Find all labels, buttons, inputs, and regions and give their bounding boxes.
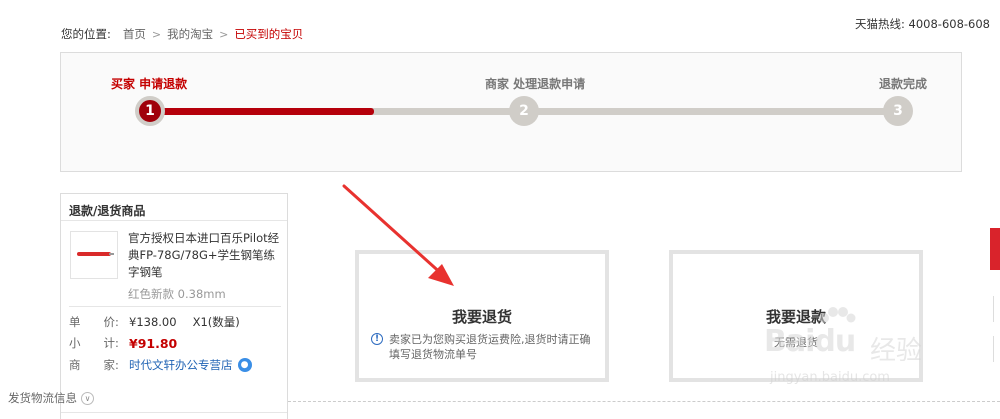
subtotal-value: ¥91.80 <box>129 335 178 351</box>
shop-row: 商 家: 时代文轩办公专营店 ● <box>69 357 252 373</box>
chat-icon[interactable]: ● <box>237 358 252 372</box>
step-dot-2: 2 <box>509 96 539 126</box>
step-label-complete: 退款完成 <box>879 77 928 91</box>
return-goods-note: ! 卖家已为您购买退货运费险,退货时请正确填写退货物流单号 <box>371 332 601 362</box>
progress-track-fill <box>149 108 374 115</box>
return-goods-note-text: 卖家已为您购买退货运费险,退货时请正确填写退货物流单号 <box>389 333 591 361</box>
step-dot-3: 3 <box>883 96 913 126</box>
pen-image <box>77 252 111 256</box>
shipping-info-label: 发货物流信息 <box>8 391 77 405</box>
step-label-apply: 买家 申请退款 <box>111 77 188 91</box>
breadcrumb: 您的位置: 首页 > 我的淘宝 > 已买到的宝贝 <box>61 26 303 42</box>
product-name-link[interactable]: 官方授权日本进口百乐Pilot经典FP-78G/78G+学生钢笔练字钢笔 <box>128 230 282 281</box>
breadcrumb-label: 您的位置: <box>61 27 111 41</box>
watermark-brand: Baidu <box>764 324 856 359</box>
divider <box>61 412 287 413</box>
unit-price-label: 单 价: <box>69 315 119 329</box>
subtotal-label: 小 计: <box>69 336 119 350</box>
quantity-value: X1(数量) <box>192 315 240 329</box>
chevron-right-icon: > <box>219 27 229 41</box>
info-icon: ! <box>371 333 383 345</box>
panel-title: 退款/退货商品 <box>69 204 146 218</box>
shop-label: 商 家: <box>69 358 119 372</box>
unit-price-value: ¥138.00 <box>129 315 177 329</box>
shop-name-link[interactable]: 时代文轩办公专营店 <box>129 357 233 373</box>
unit-price-row: 单 价: ¥138.00 X1(数量) <box>69 314 240 330</box>
baidu-jingyan-watermark: Baidu 经验 jingyan.baidu.com <box>752 306 952 410</box>
chevron-right-icon: > <box>151 27 162 41</box>
chevron-down-icon: ∨ <box>81 391 94 405</box>
watermark-product: 经验 <box>870 336 923 366</box>
step-dot-1: 1 <box>135 96 165 126</box>
side-toolbar-item[interactable] <box>993 296 1000 322</box>
divider <box>69 306 281 307</box>
watermark-url: jingyan.baidu.com <box>770 370 890 385</box>
annotation-arrow-icon <box>342 184 454 286</box>
product-thumbnail[interactable] <box>70 231 118 279</box>
pen-tip <box>109 253 114 255</box>
breadcrumb-item-home[interactable]: 首页 <box>123 26 146 42</box>
side-toolbar-item[interactable] <box>993 336 1000 362</box>
product-sku: 红色新款 0.38mm <box>128 287 226 301</box>
subtotal-row: 小 计: ¥91.80 <box>69 335 177 351</box>
breadcrumb-item-purchased[interactable]: 已买到的宝贝 <box>234 26 303 42</box>
step-label-merchant: 商家 处理退款申请 <box>485 77 586 91</box>
side-feedback-tab[interactable] <box>990 228 1000 270</box>
breadcrumb-item-my-taobao[interactable]: 我的淘宝 <box>167 26 213 42</box>
refund-progress-panel: 买家 申请退款 商家 处理退款申请 退款完成 1 2 3 <box>60 52 962 172</box>
refund-product-panel: 退款/退货商品 官方授权日本进口百乐Pilot经典FP-78G/78G+学生钢笔… <box>60 193 288 419</box>
return-goods-title: 我要退货 <box>451 308 512 326</box>
shipping-info-toggle[interactable]: 发货物流信息 ∨ <box>8 390 94 406</box>
divider <box>61 220 287 221</box>
hotline-text: 天猫热线: 4008-608-608 <box>855 17 990 31</box>
